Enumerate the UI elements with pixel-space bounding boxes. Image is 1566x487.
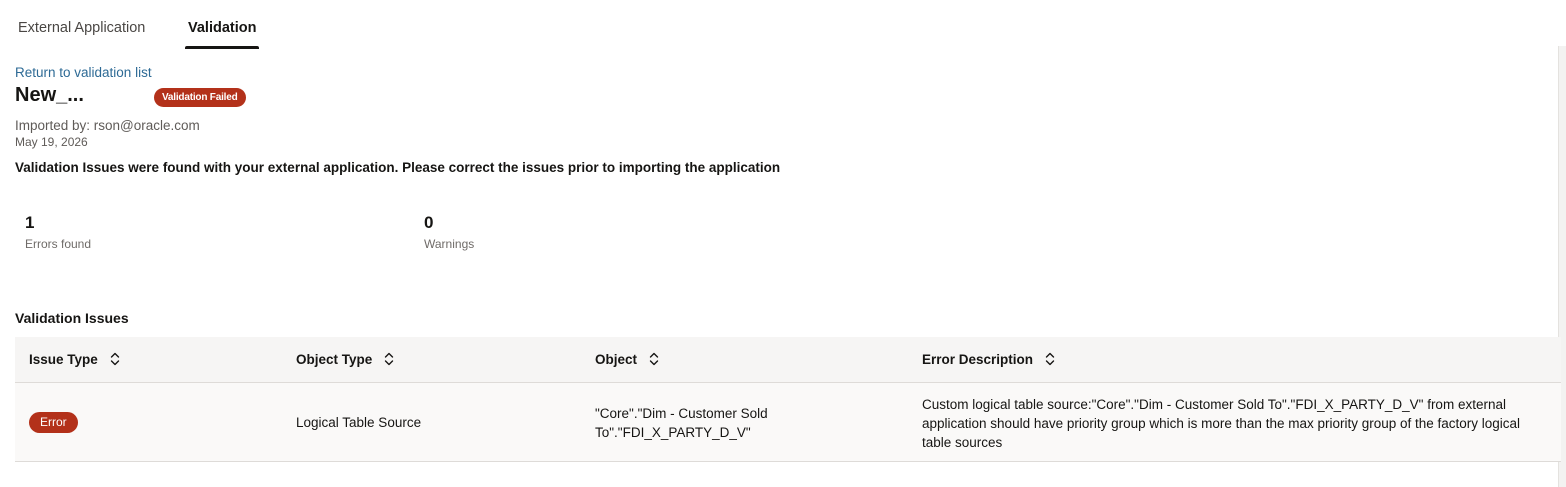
status-badge: Validation Failed bbox=[154, 88, 246, 107]
column-header-error-description[interactable]: Error Description bbox=[922, 337, 1055, 383]
sort-updown-icon[interactable] bbox=[110, 352, 120, 366]
active-tab-indicator bbox=[185, 46, 259, 49]
validation-message: Validation Issues were found with your e… bbox=[15, 160, 781, 175]
warnings-label: Warnings bbox=[424, 237, 475, 251]
warnings-count: 0 bbox=[424, 213, 434, 232]
imported-date: May 19, 2026 bbox=[15, 135, 88, 149]
validation-issues-table: Issue Type Object Type Object Error Desc… bbox=[15, 337, 1561, 462]
tab-external-application[interactable]: External Application bbox=[18, 20, 145, 36]
column-header-label: Object bbox=[595, 352, 638, 367]
column-header-object[interactable]: Object bbox=[595, 337, 659, 383]
errors-label: Errors found bbox=[25, 237, 92, 251]
imported-by-text: Imported by: rson@oracle.com bbox=[15, 118, 200, 133]
column-header-object-type[interactable]: Object Type bbox=[296, 337, 394, 383]
issue-type-badge: Error bbox=[29, 412, 78, 433]
tab-validation[interactable]: Validation bbox=[188, 20, 257, 36]
column-header-issue-type[interactable]: Issue Type bbox=[29, 337, 120, 383]
table-header: Issue Type Object Type Object Error Desc… bbox=[15, 337, 1561, 383]
table-row[interactable]: Error Logical Table Source "Core"."Dim -… bbox=[15, 383, 1561, 462]
return-to-validation-list-link[interactable]: Return to validation list bbox=[15, 65, 152, 80]
sort-updown-icon[interactable] bbox=[1045, 352, 1055, 366]
column-header-label: Issue Type bbox=[29, 352, 98, 367]
sort-updown-icon[interactable] bbox=[649, 352, 659, 366]
column-header-label: Error Description bbox=[922, 352, 1034, 367]
page-title: New_... bbox=[15, 84, 84, 106]
object-cell: "Core"."Dim - Customer Sold To"."FDI_X_P… bbox=[595, 406, 768, 440]
error-description-cell: Custom logical table source:"Core"."Dim … bbox=[922, 397, 1521, 450]
sort-updown-icon[interactable] bbox=[384, 352, 394, 366]
tab-bar: External Application Validation bbox=[0, 0, 1566, 50]
column-header-label: Object Type bbox=[296, 352, 373, 367]
object-type-cell: Logical Table Source bbox=[296, 415, 422, 430]
validation-issues-heading: Validation Issues bbox=[15, 310, 129, 326]
errors-count: 1 bbox=[25, 213, 35, 232]
